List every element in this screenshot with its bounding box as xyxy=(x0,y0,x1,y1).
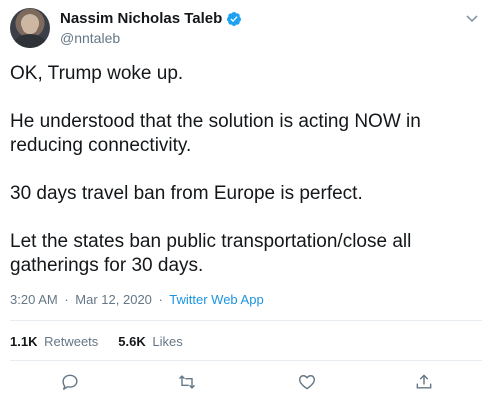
tweet-paragraph: He understood that the solution is actin… xyxy=(10,111,421,156)
tweet-time[interactable]: 3:20 AM xyxy=(10,292,58,307)
tweet-header: Nassim Nicholas Taleb @nntaleb xyxy=(0,0,492,52)
likes-stat[interactable]: 5.6K Likes xyxy=(118,334,182,349)
meta-separator: · xyxy=(158,292,163,307)
retweets-count: 1.1K xyxy=(10,334,38,349)
tweet-actions xyxy=(0,368,492,396)
tweet-meta: 3:20 AM · Mar 12, 2020 · Twitter Web App xyxy=(10,292,264,307)
handle[interactable]: @nntaleb xyxy=(60,30,120,46)
likes-label: Likes xyxy=(152,334,183,349)
tweet-paragraph: 30 days travel ban from Europe is perfec… xyxy=(10,183,363,204)
avatar-face xyxy=(22,16,38,34)
tweet-text: OK, Trump woke up. He understood that th… xyxy=(10,62,480,278)
name-row: Nassim Nicholas Taleb xyxy=(60,10,242,27)
likes-count: 5.6K xyxy=(118,334,146,349)
chevron-down-icon[interactable] xyxy=(464,10,480,26)
tweet-date[interactable]: Mar 12, 2020 xyxy=(75,292,152,307)
like-icon[interactable] xyxy=(297,372,317,392)
avatar[interactable] xyxy=(10,8,50,48)
divider xyxy=(10,320,482,321)
tweet-stats: 1.1K Retweets 5.6K Likes xyxy=(10,334,203,349)
retweets-stat[interactable]: 1.1K Retweets xyxy=(10,334,98,349)
reply-icon[interactable] xyxy=(60,372,80,392)
avatar-shoulders xyxy=(14,34,46,48)
meta-separator: · xyxy=(64,292,69,307)
tweet-source-link[interactable]: Twitter Web App xyxy=(169,292,263,307)
display-name[interactable]: Nassim Nicholas Taleb xyxy=(60,10,222,27)
tweet-paragraph: OK, Trump woke up. xyxy=(10,63,184,84)
tweet-paragraph: Let the states ban public transportation… xyxy=(10,231,412,276)
retweet-icon[interactable] xyxy=(177,372,197,392)
retweets-label: Retweets xyxy=(44,334,99,349)
divider xyxy=(10,360,482,361)
share-icon[interactable] xyxy=(414,372,434,392)
verified-badge-icon xyxy=(226,11,242,27)
